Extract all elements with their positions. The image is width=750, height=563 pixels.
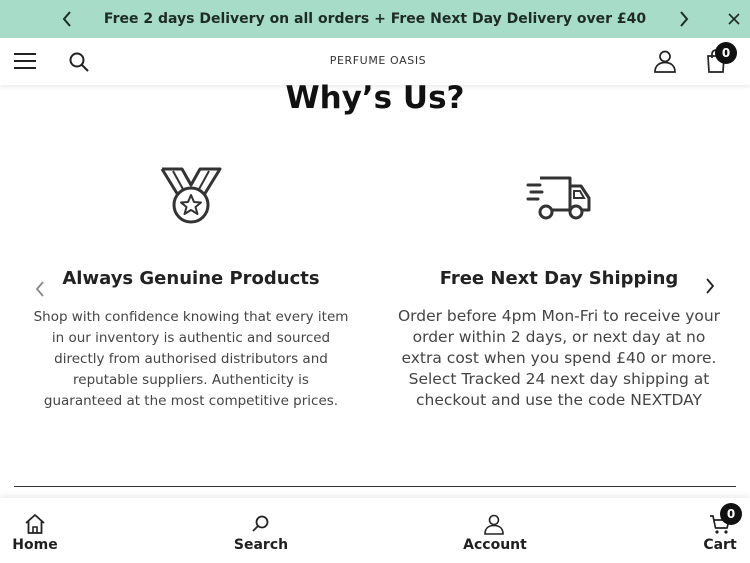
search-icon [252, 515, 269, 532]
bottom-nav-label: Home [12, 537, 58, 553]
chevron-right-icon [680, 11, 689, 27]
feature-title: Always Genuine Products [62, 268, 320, 289]
feature-description: Order before 4pm Mon-Fri to receive your… [397, 307, 721, 409]
announcement-bar: Free 2 days Delivery on all orders + Fre… [0, 0, 750, 38]
bottom-nav-account[interactable]: Account [455, 498, 535, 563]
bottom-nav-search[interactable]: Search [226, 498, 296, 563]
site-header: PERFUME OASIS 0 [0, 38, 750, 85]
bottom-nav-cart-count-badge: 0 [720, 503, 742, 525]
bottom-nav-label: Account [463, 537, 527, 553]
bottom-nav-label: Cart [703, 537, 737, 553]
user-icon [654, 50, 676, 73]
section-title: Why’s Us? [285, 80, 465, 116]
announcement-close-button[interactable] [722, 7, 746, 31]
menu-button[interactable] [13, 50, 37, 72]
section-divider [14, 486, 736, 487]
home-icon [25, 514, 45, 534]
announcement-next-button[interactable] [672, 7, 696, 31]
bottom-nav: Home Search Account Cart [0, 498, 750, 563]
header-account-button[interactable] [652, 48, 678, 74]
header-cart-count-badge: 0 [715, 42, 737, 64]
hamburger-menu-icon [14, 53, 36, 69]
announcement-text: Free 2 days Delivery on all orders + Fre… [103, 11, 647, 27]
announcement-prev-button[interactable] [55, 7, 79, 31]
delivery-truck-icon [526, 176, 591, 220]
bottom-nav-label: Search [233, 537, 289, 553]
close-icon [728, 13, 740, 25]
bottom-nav-home[interactable]: Home [0, 498, 70, 563]
search-icon [69, 52, 89, 72]
bottom-nav-cart[interactable]: Cart [690, 498, 750, 563]
feature-description: Shop with confidence knowing that every … [33, 309, 349, 409]
feature-title: Free Next Day Shipping [439, 268, 679, 289]
site-logo[interactable]: PERFUME OASIS [300, 54, 456, 67]
header-search-button[interactable] [67, 50, 91, 74]
user-icon [484, 514, 504, 535]
medal-icon [160, 167, 222, 224]
chevron-left-icon [62, 11, 71, 27]
